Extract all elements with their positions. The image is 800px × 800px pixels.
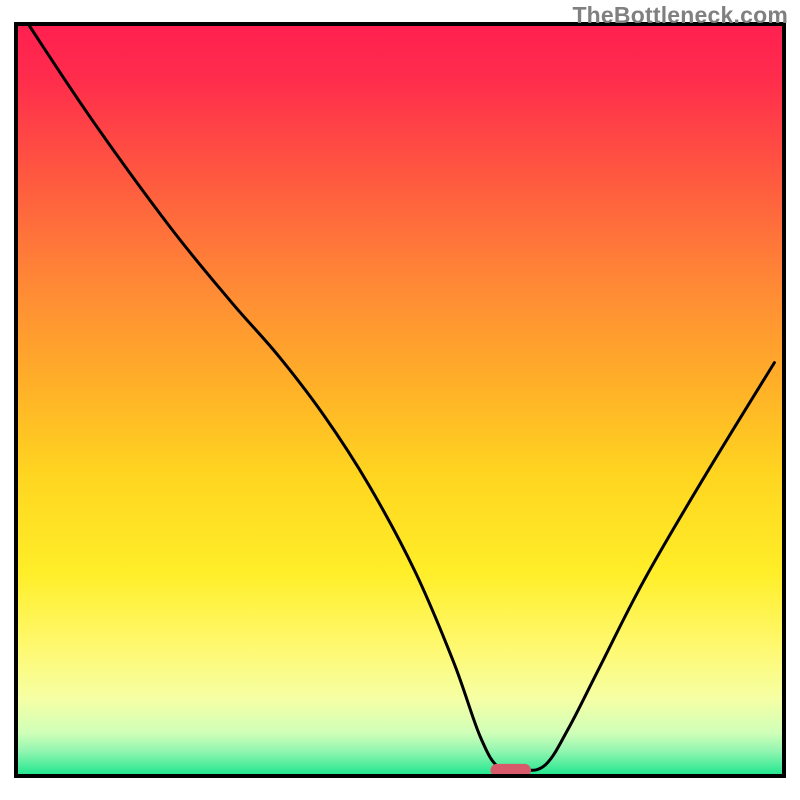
chart-svg [0,0,800,800]
attribution-text: TheBottleneck.com [572,2,788,29]
chart-canvas: TheBottleneck.com [0,0,800,800]
plot-background [18,26,782,774]
